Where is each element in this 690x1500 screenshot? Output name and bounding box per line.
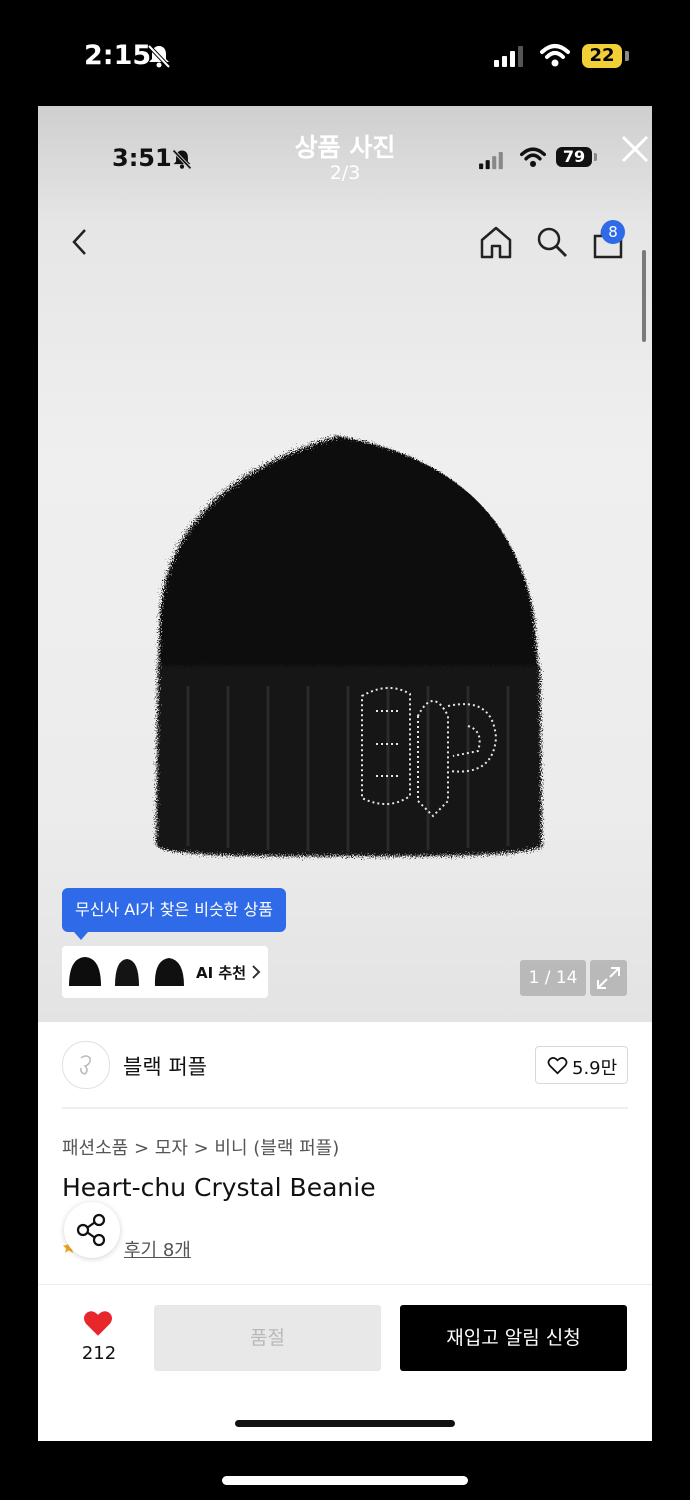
back-arrow-icon[interactable]	[70, 226, 90, 258]
soldout-button: 품절	[154, 1305, 381, 1371]
product-photo[interactable]: 3:51 상품 사진 2/3 79 8 무신사 AI가 찾은 비슷한 상품 AI…	[38, 106, 652, 1022]
scrollbar[interactable]	[642, 250, 646, 342]
heart-filled-icon[interactable]	[82, 1309, 114, 1337]
beanie-product-image	[156, 436, 542, 857]
inner-home-indicator	[235, 1420, 455, 1427]
cellular-signal-icon	[494, 46, 523, 67]
divider	[62, 1107, 628, 1109]
inner-battery-level: 79	[556, 147, 592, 167]
brand-like-count: 5.9만	[572, 1058, 618, 1079]
ai-recommend-card[interactable]: AI 추천	[62, 946, 268, 998]
review-count-link[interactable]: 후기 8개	[124, 1236, 191, 1262]
similar-beanie-thumbnail-3[interactable]	[150, 952, 188, 992]
restock-alert-button[interactable]: 재입고 알림 신청	[400, 1305, 627, 1371]
home-indicator[interactable]	[222, 1476, 468, 1485]
outer-status-time: 2:15	[84, 40, 152, 71]
share-button[interactable]	[64, 1202, 120, 1258]
wishlist-count: 212	[81, 1343, 117, 1364]
ai-similar-tooltip: 무신사 AI가 찾은 비슷한 상품	[62, 888, 286, 932]
similar-beanie-thumbnail-1[interactable]	[66, 952, 104, 992]
chevron-right-icon	[252, 965, 261, 979]
share-icon	[76, 1213, 106, 1247]
heart-outline-icon	[547, 1057, 568, 1075]
home-icon[interactable]	[478, 224, 514, 260]
wifi-icon	[540, 44, 570, 67]
close-icon[interactable]	[620, 134, 650, 164]
breadcrumb[interactable]: 패션소품 > 모자 > 비니 (블랙 퍼플)	[62, 1134, 339, 1160]
brand-logo[interactable]	[62, 1041, 110, 1089]
bell-muted-icon	[147, 44, 171, 69]
inner-battery-tip	[594, 153, 597, 161]
cart-count-badge: 8	[601, 220, 625, 244]
inner-wifi-icon	[520, 147, 546, 167]
tooltip-arrow	[74, 932, 88, 940]
bottom-action-bar: 212 품절 재입고 알림 신청	[38, 1284, 652, 1441]
battery-tip	[625, 51, 629, 61]
battery-level: 22	[582, 44, 622, 68]
screenshot-viewer: 3:51 상품 사진 2/3 79 8 무신사 AI가 찾은 비슷한 상품 AI…	[38, 106, 652, 1441]
brand-name[interactable]: 블랙 퍼플	[123, 1051, 207, 1081]
product-title: Heart-chu Crystal Beanie	[62, 1173, 376, 1202]
image-counter: 1 / 14	[520, 960, 586, 996]
ai-recommend-label: AI 추천	[196, 964, 247, 982]
expand-icon[interactable]	[590, 960, 627, 996]
search-icon[interactable]	[534, 224, 570, 260]
inner-cellular-signal-icon	[479, 152, 503, 170]
brand-emblem-icon	[80, 1055, 91, 1075]
brand-like-button[interactable]: 5.9만	[535, 1046, 628, 1084]
similar-beanie-thumbnail-2[interactable]	[108, 952, 146, 992]
